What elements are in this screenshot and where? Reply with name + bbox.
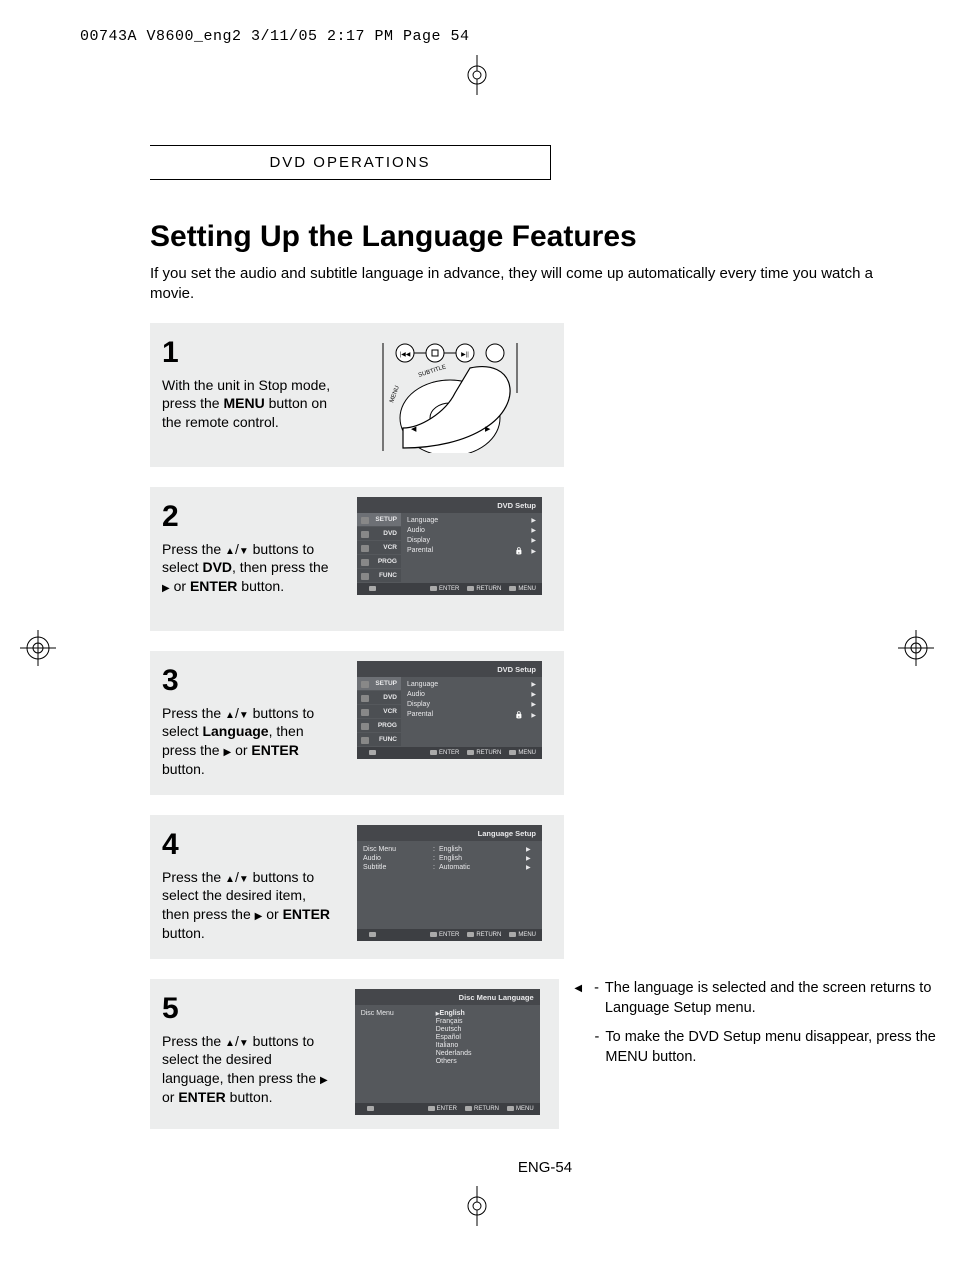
osd-tab: VCR [357,541,401,555]
right-icon [162,578,170,594]
osd-tab: DVD [357,691,401,705]
step-5: 5 Press the / buttons to select the desi… [150,979,559,1129]
step-1: 1 With the unit in Stop mode, press the … [150,323,564,467]
move-icon [363,586,378,592]
osd-tab: PROG [357,555,401,569]
crop-mark-top [0,55,954,95]
osd-tab: FUNC [357,569,401,583]
step-number: 3 [162,661,337,702]
osd-dvd-setup: DVD Setup SETUP DVD VCR PROG FUNC Langua… [357,661,542,759]
osd-tab: FUNC [357,733,401,747]
step-number: 2 [162,497,337,538]
svg-text:▶: ▶ [485,426,491,433]
down-icon [239,1033,249,1049]
up-icon [225,1033,235,1049]
right-icon [320,1070,328,1086]
osd-disc-menu-language: Disc Menu Language Disc Menu English Fra… [355,989,540,1115]
down-icon [239,869,249,885]
up-icon [225,705,235,721]
section-header: DVD OPERATIONS [150,145,551,180]
osd-dvd-setup: DVD Setup SETUP DVD VCR PROG FUNC Langua… [357,497,542,595]
step-number: 5 [162,989,337,1030]
up-icon [225,869,235,885]
osd-tab: VCR [357,705,401,719]
side-note-text: The language is selected and the screen … [605,979,940,1018]
svg-text:|◀◀: |◀◀ [399,352,410,358]
svg-text:MENU: MENU [389,385,401,404]
svg-text:◀: ◀ [411,426,417,433]
step-4: 4 Press the / buttons to select the desi… [150,815,564,959]
move-icon [363,750,378,756]
move-icon [361,1106,376,1112]
osd-tab: SETUP [357,513,401,527]
osd-tab: PROG [357,719,401,733]
svg-text:▶||: ▶|| [461,352,469,358]
osd-tab: DVD [357,527,401,541]
osd-tab: SETUP [357,677,401,691]
left-arrow-icon [574,979,582,1018]
down-icon [239,705,249,721]
step-number: 4 [162,825,337,866]
down-icon [239,541,249,557]
up-icon [225,541,235,557]
osd-language-setup: Language Setup Disc Menu:English▶ Audio:… [357,825,542,941]
step-3: 3 Press the / buttons to select Language… [150,651,564,795]
svg-text:SUBTITLE: SUBTITLE [417,364,446,379]
lock-icon [515,712,524,719]
lock-icon [515,548,524,555]
page-title: Setting Up the Language Features [150,220,940,254]
page-number: ENG-54 [150,1159,940,1176]
side-notes: - The language is selected and the scree… [574,979,940,1129]
intro-text: If you set the audio and subtitle langua… [150,264,910,303]
remote-illustration: |◀◀ ▶|| SUBTITLE MENU ◀ [347,333,552,453]
side-note-text: To make the DVD Setup menu disappear, pr… [605,1028,940,1067]
step-number: 1 [162,333,337,374]
move-icon [363,932,378,938]
registration-mark-left [20,630,56,671]
step-2: 2 Press the / buttons to select DVD, the… [150,487,564,631]
print-runner: 00743A V8600_eng2 3/11/05 2:17 PM Page 5… [0,0,954,45]
crop-mark-bottom [0,1186,954,1231]
